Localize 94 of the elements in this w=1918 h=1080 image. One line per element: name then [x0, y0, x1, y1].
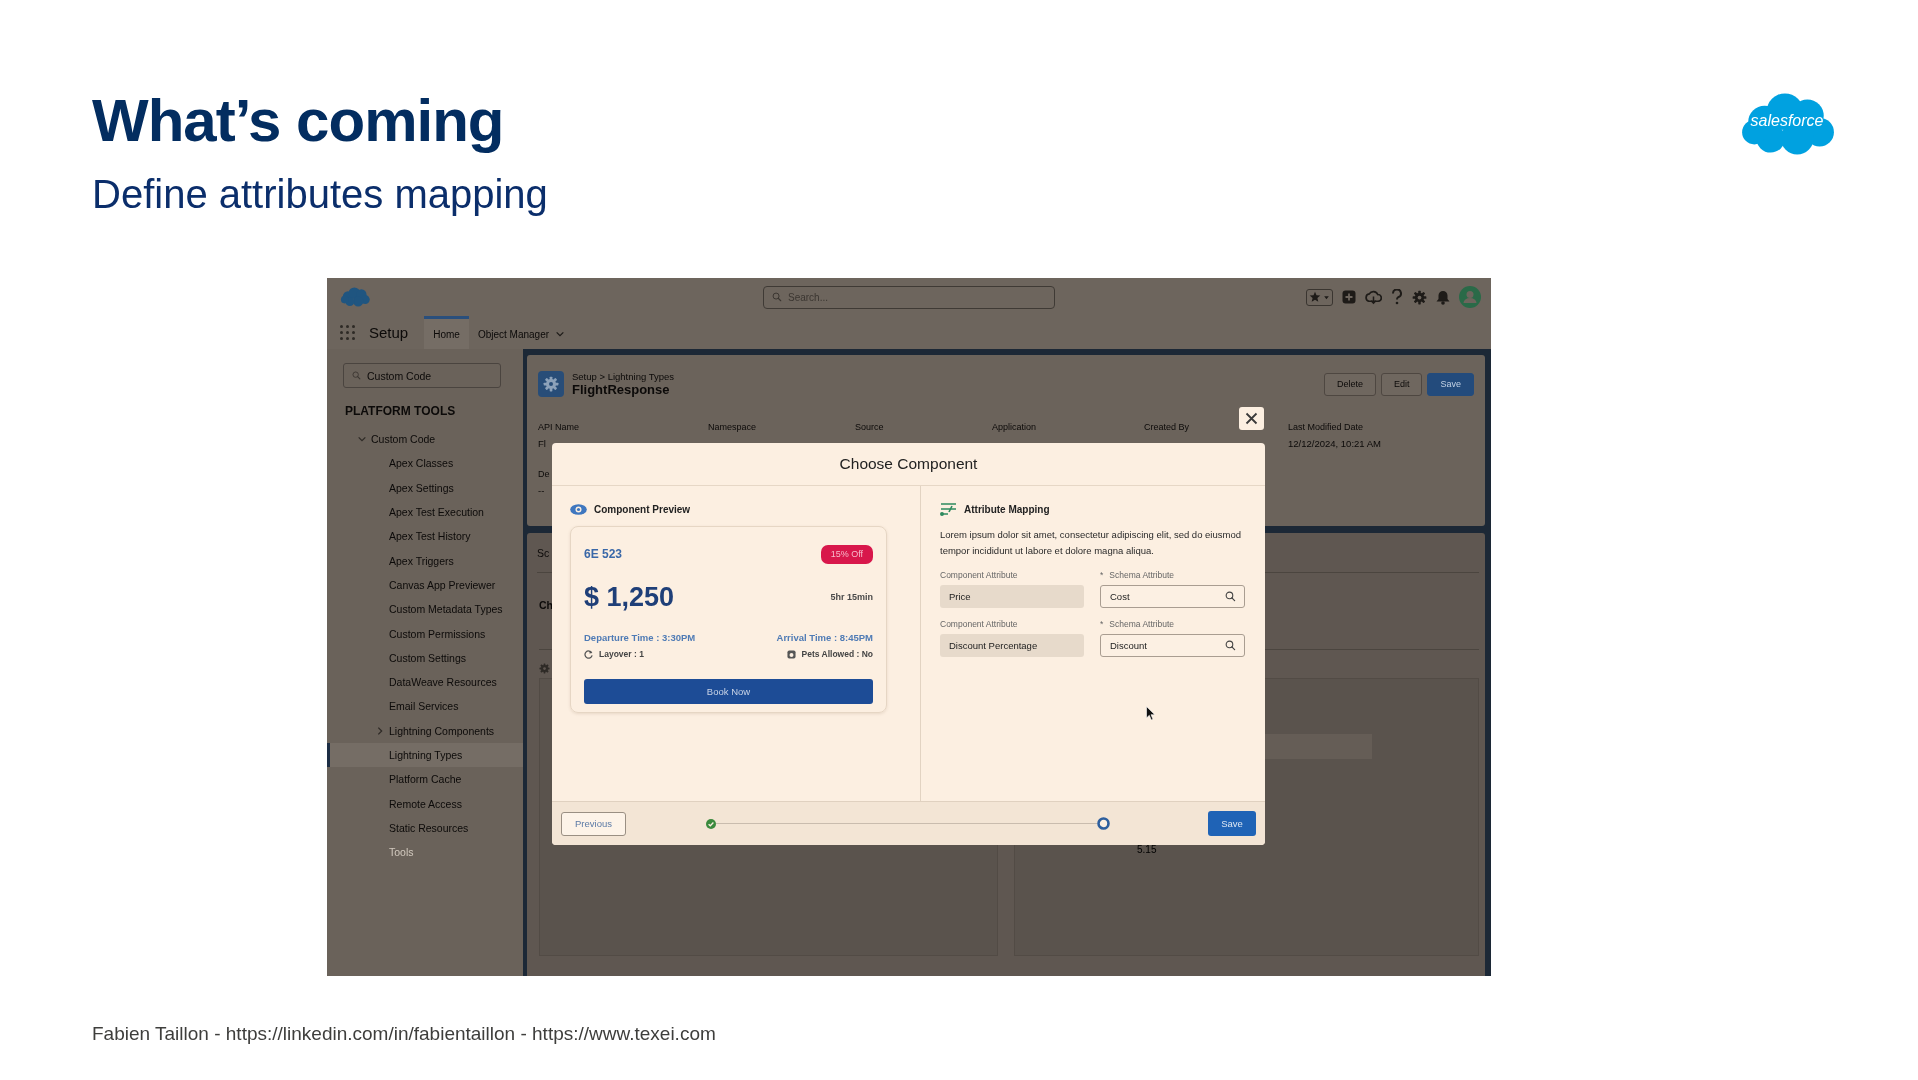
chevron-down-icon [555, 329, 566, 339]
star-icon [1309, 291, 1321, 303]
field-label: Schema Attribute [1109, 569, 1175, 581]
cursor-icon [1146, 706, 1156, 721]
chevron-right-icon[interactable] [375, 725, 385, 736]
section-heading: Ch [539, 599, 553, 611]
section-heading: PLATFORM TOOLS [345, 405, 457, 418]
field-label: Schema Attribute [1109, 618, 1175, 630]
description-text: Lorem ipsum dolor sit amet, consectetur adipiscing elit, sed do eiusmod tempor incididunt ut labore et dolore magna aliqua. [940, 528, 1242, 558]
nav-tab[interactable]: Object Manager [468, 316, 575, 349]
field-label: API Name [538, 422, 580, 432]
field-label: Namespace [708, 422, 758, 432]
refresh-icon [584, 649, 593, 659]
add-icon[interactable] [1342, 290, 1356, 304]
app-launcher-icon[interactable] [340, 325, 355, 340]
discount-badge: 15% Off [820, 544, 873, 564]
departure-time: Departure Time : 3:30PM [584, 631, 696, 643]
readonly-field: Discount Percentage [940, 634, 1084, 657]
tree-item[interactable]: Email Services [327, 694, 523, 719]
tree-item[interactable]: DataWeave Resources [327, 669, 523, 695]
favorites-button[interactable] [1306, 288, 1333, 306]
lookup-field[interactable]: Discount [1100, 634, 1245, 657]
tree-item[interactable]: Apex Test History [327, 524, 523, 549]
required-mark: * [1100, 569, 1104, 581]
mapping-icon [940, 501, 957, 517]
tree-item[interactable]: Remote Access [327, 791, 523, 816]
readonly-field: Price [940, 585, 1084, 608]
record-title: FlightResponse [572, 382, 671, 397]
slide-title: What’s coming [92, 88, 505, 154]
field-label: Application [992, 422, 1038, 432]
field-label: Created By [1144, 422, 1191, 432]
panel-heading: Attribute Mapping [964, 503, 1050, 515]
detail-tab[interactable]: Sc [537, 546, 550, 559]
pets-text: Pets Allowed : No [801, 649, 873, 659]
action-button[interactable]: Delete [1323, 372, 1376, 396]
value-text: 5.15 [1137, 844, 1158, 855]
cloud-icon[interactable] [1365, 289, 1382, 305]
settings-icon [538, 371, 564, 397]
flight-number: 6E 523 [584, 547, 623, 561]
nav-tab[interactable]: Home [424, 316, 469, 349]
caret-icon [1323, 293, 1330, 301]
modal-title: Choose Component [552, 443, 1265, 486]
tree-item[interactable]: Platform Cache [327, 767, 523, 792]
tree-item[interactable]: Static Resources [327, 815, 523, 841]
slide-subtitle: Define attributes mapping [92, 171, 548, 217]
panel-heading: Component Preview [594, 503, 691, 515]
field-value: -- [538, 485, 546, 496]
field-label: De [538, 469, 551, 479]
bell-icon[interactable] [1436, 289, 1450, 305]
duration: 5hr 15min [830, 592, 873, 602]
app-name: Setup [369, 324, 409, 341]
tree-item[interactable]: Apex Triggers [327, 548, 523, 573]
save-button[interactable]: Save [1208, 811, 1256, 836]
eye-icon [570, 503, 587, 515]
tree-item[interactable]: Apex Settings [327, 475, 523, 500]
close-icon [1245, 412, 1258, 425]
tree-item[interactable]: Lightning Components [327, 718, 523, 743]
arrival-time: Arrival Time : 8:45PM [776, 631, 873, 643]
field-label: Last Modified Date [1288, 422, 1365, 432]
search-field[interactable]: Custom Code [343, 363, 501, 388]
required-mark: * [1100, 618, 1104, 630]
search-icon [1225, 640, 1236, 651]
close-button[interactable] [1239, 407, 1264, 430]
field-value: 12/12/2024, 10:21 AM [1288, 438, 1382, 449]
breadcrumb[interactable]: Setup > Lightning Types [572, 371, 675, 382]
save-button[interactable]: Save [1427, 372, 1474, 396]
tree-item[interactable]: Canvas App Previewer [327, 572, 523, 598]
square-icon [786, 649, 796, 659]
field-label: Component Attribute [940, 618, 1019, 630]
tree-item[interactable]: Custom Code [327, 427, 523, 452]
settings-icon [539, 663, 550, 674]
previous-button[interactable]: Previous [561, 811, 626, 836]
slide-footer: Fabien Taillon - https://linkedin.com/in/fabientaillon - https://www.texei.com [92, 1022, 1918, 1046]
field-label: Source [855, 422, 885, 432]
tree-item[interactable]: Custom Settings [327, 645, 523, 670]
field-label: Component Attribute [940, 569, 1019, 581]
tree-item[interactable]: Apex Test Execution [327, 499, 523, 525]
cloud-logo-icon [339, 286, 371, 308]
tree-item[interactable]: Custom Metadata Types [327, 597, 523, 622]
tree-item[interactable]: Lightning Types [327, 742, 523, 768]
book-now-button[interactable]: Book Now [584, 679, 873, 704]
layover-text: Layover : 1 [599, 649, 644, 659]
field-value: Fl [538, 438, 547, 449]
help-icon[interactable] [1391, 289, 1403, 305]
brand-name: salesforce [1749, 112, 1825, 130]
lookup-field[interactable]: Cost [1100, 585, 1245, 608]
search-icon [772, 292, 782, 302]
tree-item[interactable]: Apex Classes [327, 451, 523, 476]
search-icon [1225, 591, 1236, 602]
search-icon [352, 371, 361, 380]
settings-icon[interactable] [1412, 289, 1427, 305]
action-button[interactable]: Edit [1380, 372, 1423, 396]
price: $ 1,250 [584, 581, 675, 613]
tree-item[interactable]: Custom Permissions [327, 621, 523, 646]
